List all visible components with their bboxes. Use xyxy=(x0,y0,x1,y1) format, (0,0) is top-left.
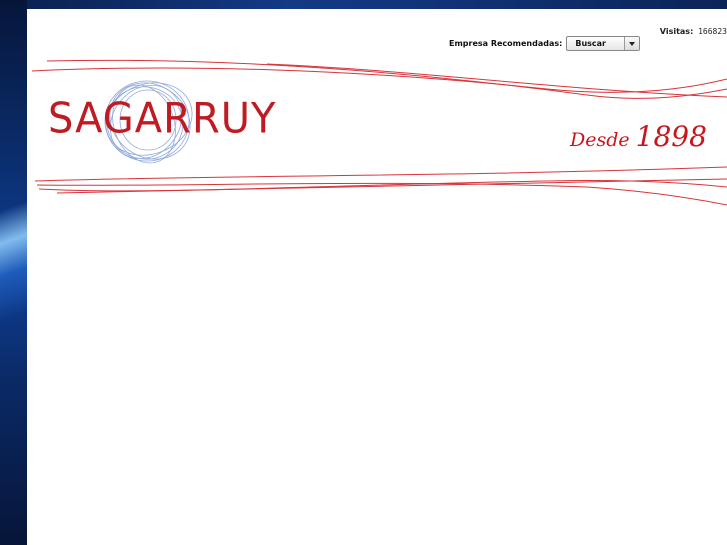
since-word: Desde xyxy=(570,129,630,151)
recommend-label: Empresa Recomendadas: xyxy=(449,39,563,48)
background-left-glow xyxy=(0,0,27,545)
company-select[interactable]: Buscar xyxy=(566,36,641,51)
background-top xyxy=(0,0,727,9)
company-select-value: Buscar xyxy=(575,39,606,48)
recommended-companies: Empresa Recomendadas: Buscar xyxy=(449,36,641,51)
visits-label: Visitas: xyxy=(659,27,694,36)
visits-counter: Visitas: 166823 xyxy=(660,27,727,36)
chevron-down-icon[interactable] xyxy=(624,37,640,50)
page-content: Visitas: 166823 Empresa Recomendadas: Bu… xyxy=(27,9,727,545)
logo: SAGARRUY xyxy=(48,94,277,144)
visits-count: 166823 xyxy=(698,27,727,36)
since-year: 1898 xyxy=(635,120,707,153)
since-badge: Desde 1898 xyxy=(570,120,707,153)
